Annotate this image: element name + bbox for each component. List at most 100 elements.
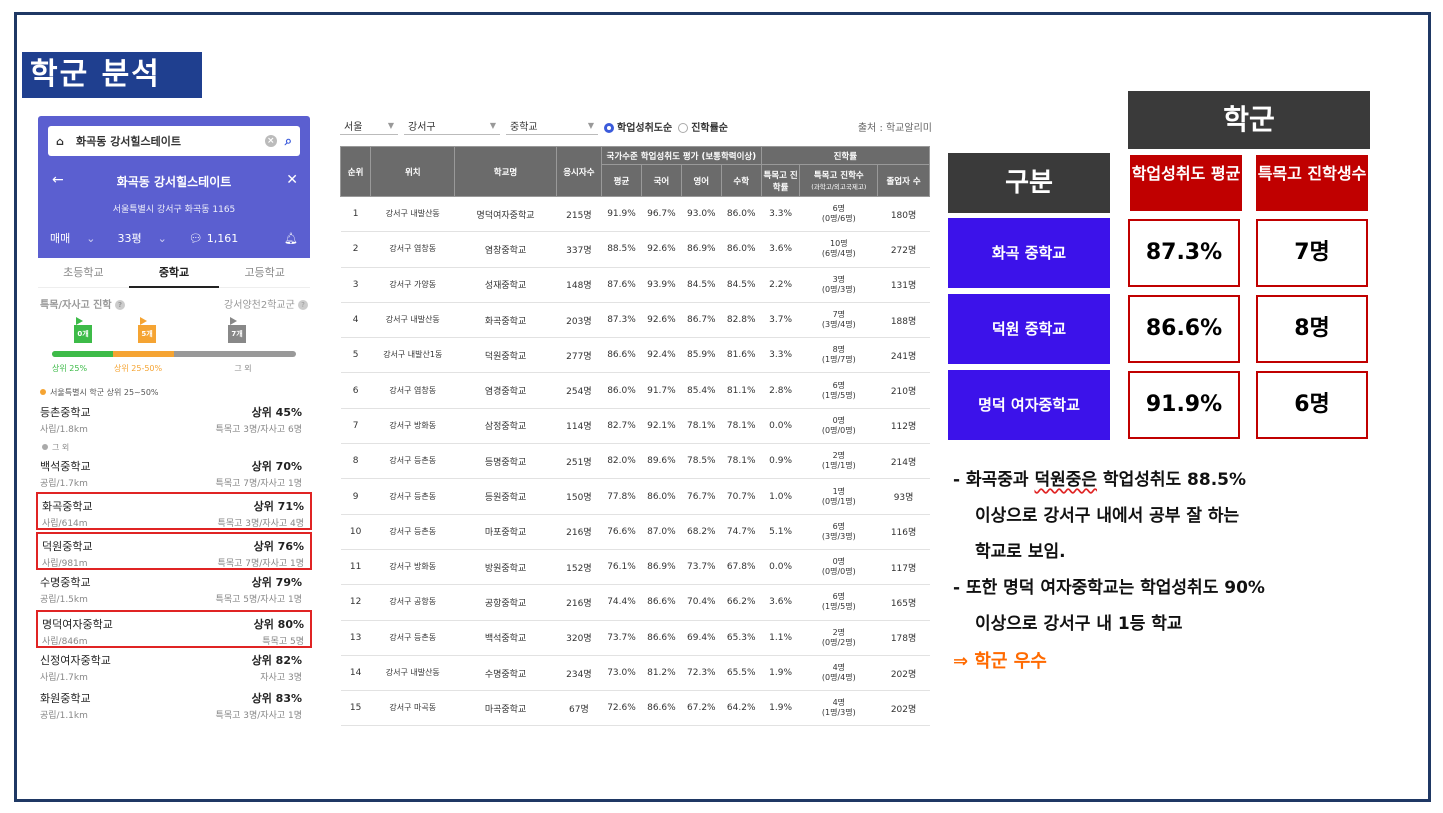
- table-cell-rank: 15: [340, 690, 371, 727]
- school-rank: 상위 83%: [251, 692, 302, 705]
- table-cell-n: 254명: [556, 372, 602, 409]
- table-cell-kor: 96.7%: [641, 196, 682, 233]
- city-select[interactable]: 서울 ▼: [340, 117, 398, 135]
- table-cell-eng: 93.0%: [681, 196, 722, 233]
- progress-orange: [113, 351, 174, 357]
- table-cell-kor: 92.6%: [641, 231, 682, 268]
- size-select[interactable]: 33평: [117, 230, 141, 246]
- table-cell-name: 염창중학교: [454, 231, 557, 268]
- table-cell-grad: 188명: [877, 302, 930, 339]
- search-icon[interactable]: ⌕: [285, 134, 292, 149]
- table-cell-avg: 76.6%: [601, 514, 642, 550]
- table-cell-avg: 88.5%: [601, 231, 642, 268]
- compare-row-deokwon: 덕원 중학교: [948, 294, 1110, 364]
- table-cell-kor: 86.0%: [641, 478, 682, 515]
- list-item[interactable]: 화곡중학교 상위 71% 사립/614m 특목고 3명/자사고 4명: [36, 492, 312, 530]
- school-advancement: 특목고 5명/자사고 1명: [215, 595, 302, 605]
- section-title: 특목/자사고 진학: [40, 300, 112, 311]
- school-ranking-table: 순위 위치 학교명 응시자수 국가수준 학업성취도 평가 (보통학력이상) 진학…: [339, 146, 931, 727]
- list-item[interactable]: 명덕여자중학교 상위 80% 사립/846m 특목고 5명: [36, 610, 312, 648]
- search-input[interactable]: 화곡동 강서힐스테이트: [76, 133, 265, 149]
- apartment-name: 화곡동 강서힐스테이트: [116, 175, 232, 189]
- close-icon[interactable]: ✕: [286, 172, 298, 188]
- clear-icon[interactable]: ×: [264, 135, 277, 147]
- comment-icon[interactable]: 💬︎: [189, 232, 203, 245]
- table-cell-n: 148명: [556, 267, 602, 303]
- table-cell-name: 명덕여자중학교: [454, 196, 557, 233]
- tab-elementary[interactable]: 초등학교: [38, 258, 129, 288]
- school-district: 강서양천2학교군: [224, 300, 295, 311]
- col-group-advancement: 진학률: [760, 146, 931, 165]
- table-cell-math: 81.1%: [721, 372, 762, 409]
- table-cell-grad: 116명: [877, 514, 930, 550]
- list-item[interactable]: 백석중학교 상위 70% 공립/1.7km 특목고 7명/자사고 1명: [40, 454, 308, 492]
- label-top25-50: 상위 25-50%: [114, 364, 163, 373]
- table-cell-eng: 86.9%: [681, 231, 722, 268]
- table-row: 2 강서구 염창동 염창중학교 337명 88.5% 92.6% 86.9% 86.0% 3.6…: [340, 231, 930, 268]
- level-select[interactable]: 중학교 ▼: [506, 117, 598, 135]
- bell-icon[interactable]: 🔔︎: [284, 232, 298, 245]
- table-cell-grad: 112명: [877, 408, 930, 445]
- help-icon[interactable]: ?: [298, 300, 308, 310]
- table-cell-cnt: 6명 (3명/3명): [799, 514, 878, 550]
- table-cell-name: 염경중학교: [454, 372, 557, 409]
- table-cell-loc: 강서구 공항동: [370, 584, 455, 621]
- group-label: 그 외: [40, 438, 308, 454]
- school-rank: 상위 45%: [251, 406, 302, 419]
- table-row: 8 강서구 등촌동 등명중학교 251명 82.0% 89.6% 78.5% 78.1% 0.9…: [340, 443, 930, 480]
- table-cell-kor: 86.9%: [641, 549, 682, 586]
- label-others: 그 외: [234, 364, 252, 373]
- table-cell-rate: 2.2%: [761, 267, 800, 303]
- list-item[interactable]: 덕원중학교 상위 76% 사립/981m 특목고 7명/자사고 1명: [36, 532, 312, 570]
- table-cell-cnt: 8명 (1명/7명): [799, 337, 878, 374]
- list-item[interactable]: 수명중학교 상위 79% 공립/1.5km 특목고 5명/자사고 1명: [40, 570, 308, 608]
- table-cell-grad: 93명: [877, 478, 930, 515]
- table-cell-rate: 1.1%: [761, 620, 800, 656]
- filter-bar: 매매 ⌄ 33평 ⌄ 💬︎ 1,161 🔔︎: [38, 230, 310, 246]
- table-cell-eng: 85.9%: [681, 337, 722, 374]
- district-select[interactable]: 강서구 ▼: [404, 117, 500, 135]
- search-box[interactable]: ⌂ 화곡동 강서힐스테이트 × ⌕: [48, 126, 300, 156]
- list-item[interactable]: 화원중학교 상위 83% 공립/1.1km 특목고 3명/자사고 1명: [40, 686, 308, 724]
- table-cell-n: 251명: [556, 443, 602, 480]
- table-cell-cnt: 6명 (1명/5명): [799, 584, 878, 621]
- table-cell-math: 67.8%: [721, 549, 762, 586]
- col-english: 영어: [680, 164, 722, 197]
- table-cell-eng: 86.7%: [681, 302, 722, 339]
- help-icon[interactable]: ?: [115, 300, 126, 310]
- list-item[interactable]: 등촌중학교 상위 45% 사립/1.8km 특목고 3명/자사고 6명: [40, 400, 308, 438]
- table-cell-n: 67명: [556, 690, 602, 727]
- table-cell-cnt: 1명 (0명/1명): [799, 478, 878, 515]
- table-cell-kor: 86.6%: [641, 584, 682, 621]
- sort-advancement-radio[interactable]: 진학률순: [678, 119, 728, 134]
- chevron-down-icon: ⌄: [86, 231, 96, 245]
- table-cell-loc: 강서구 내발산동: [370, 302, 455, 339]
- chevron-down-icon: ▼: [387, 121, 394, 130]
- table-cell-avg: 76.1%: [601, 549, 642, 586]
- trade-type-select[interactable]: 매매: [50, 230, 70, 246]
- table-cell-name: 성재중학교: [454, 267, 557, 303]
- school-app-panel: ⌂ 화곡동 강서힐스테이트 × ⌕ ← 화곡동 강서힐스테이트 ✕ 서울특별시 …: [36, 116, 312, 786]
- tab-high[interactable]: 고등학교: [219, 258, 310, 288]
- note-line-5: 이상으로 강서구 내 1등 학교: [975, 614, 1183, 634]
- table-cell-avg: 86.6%: [601, 337, 642, 374]
- table-cell-rank: 7: [340, 408, 371, 445]
- table-cell-cnt: 2명 (0명/2명): [799, 620, 878, 656]
- table-cell-name: 방원중학교: [454, 549, 557, 586]
- table-cell-kor: 91.7%: [641, 372, 682, 409]
- table-cell-cnt: 6명 (0명/6명): [799, 196, 878, 233]
- tab-middle[interactable]: 중학교: [128, 258, 220, 288]
- table-cell-loc: 강서구 등촌동: [370, 443, 455, 480]
- table-cell-avg: 91.9%: [601, 196, 642, 233]
- sort-achievement-radio[interactable]: 학업성취도순: [604, 119, 672, 134]
- table-cell-loc: 강서구 내발산동: [370, 196, 455, 233]
- table-cell-rank: 9: [340, 478, 371, 515]
- table-cell-rate: 1.9%: [761, 690, 800, 727]
- table-cell-grad: 178명: [877, 620, 930, 656]
- conclusion: ⇒ 학군 우수: [953, 651, 1047, 672]
- list-item[interactable]: 신정여자중학교 상위 82% 사립/1.7km 자사고 3명: [40, 648, 308, 686]
- table-cell-math: 66.2%: [721, 584, 762, 621]
- myeongdeok-avg: 91.9%: [1128, 371, 1240, 439]
- table-cell-eng: 67.2%: [681, 690, 722, 727]
- table-cell-grad: 202명: [877, 655, 930, 692]
